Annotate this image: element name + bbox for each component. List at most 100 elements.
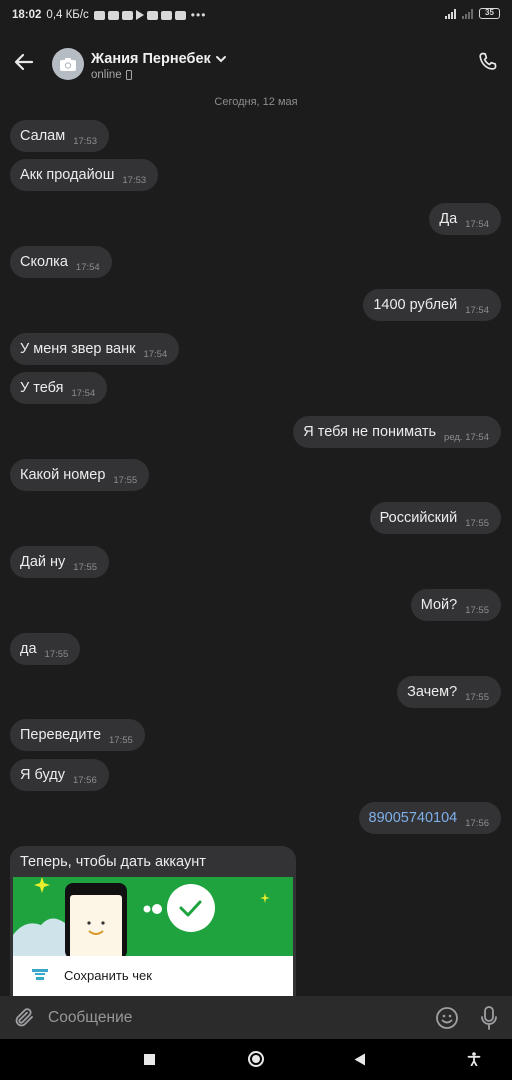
receipt-footer: [13, 956, 293, 996]
message-incoming[interactable]: Я буду 17:56: [10, 759, 109, 791]
message-outgoing[interactable]: Да 17:54: [429, 203, 501, 235]
receipt-icon: [32, 969, 48, 980]
contact-status: online: [91, 69, 132, 81]
message-outgoing[interactable]: Я тебя не понимать ред. 17:54: [293, 416, 501, 448]
message-incoming[interactable]: Акк продайош 17:53: [10, 159, 159, 191]
system-navigation-bar: [0, 1039, 512, 1080]
message-outgoing[interactable]: 1400 рублей 17:54: [363, 289, 501, 321]
notification-icon: [121, 10, 133, 20]
signal-icon: [445, 8, 456, 19]
paperclip-icon[interactable]: [13, 1006, 37, 1030]
message-text: Я тебя не понимать: [303, 424, 437, 440]
network-speed: 0,4 КБ/с: [46, 9, 89, 21]
home-circle-icon: [248, 1051, 264, 1067]
phone-number-link[interactable]: 89005740104: [369, 810, 458, 826]
message-incoming[interactable]: Какой номер 17:55: [10, 459, 150, 491]
contact-name-button[interactable]: Жания Пернебек: [91, 51, 227, 67]
chevron-down-icon: [215, 56, 226, 63]
message-time: 17:53: [73, 135, 97, 147]
home-button[interactable]: [246, 1049, 266, 1069]
message-time: 17:54: [465, 218, 489, 230]
message-incoming[interactable]: Сколка 17:54: [10, 246, 112, 278]
message-time: 17:56: [72, 774, 97, 786]
youtube-icon: [146, 10, 158, 20]
message-composer: [0, 996, 512, 1039]
message-time: 17:55: [113, 474, 138, 486]
message-time: 17:55: [109, 734, 133, 746]
message-text: Российский: [379, 510, 458, 526]
notification-icon: [93, 10, 105, 20]
image-message-caption: Теперь, чтобы дать аккаунт: [20, 854, 206, 870]
message-text: Мой?: [420, 597, 458, 613]
message-incoming[interactable]: У меня звер ванк 17:54: [10, 333, 180, 365]
back-button[interactable]: [350, 1049, 370, 1069]
message-input[interactable]: [48, 1004, 418, 1032]
message-incoming[interactable]: Салам 17:53: [10, 120, 109, 152]
chat-header: Жания Пернебек online: [0, 30, 512, 96]
message-outgoing[interactable]: Зачем? 17:55: [397, 676, 501, 708]
notification-icon: [174, 10, 186, 20]
avatar[interactable]: [52, 48, 84, 80]
contact-name: Жания Пернебек: [91, 51, 211, 67]
message-outgoing[interactable]: Мой? 17:55: [410, 589, 501, 621]
recent-apps-button[interactable]: [139, 1049, 159, 1069]
message-text: Я буду: [20, 767, 65, 783]
message-text: У меня звер ванк: [20, 341, 136, 357]
message-text: Акк продайош: [20, 167, 115, 183]
notification-icon: [107, 10, 119, 20]
message-incoming[interactable]: Дай ну 17:55: [10, 546, 110, 578]
message-text: да: [20, 641, 37, 657]
message-text: Какой номер: [20, 467, 106, 483]
status-bar: 18:02 0,4 КБ/с ••• 35: [0, 0, 512, 30]
message-time: 17:56: [465, 817, 489, 829]
receipt-image[interactable]: Сохранить чек: [13, 877, 293, 996]
youtube-icon: [160, 10, 172, 20]
message-time: 17:54: [465, 304, 489, 316]
save-receipt-label: Сохранить чек: [64, 968, 152, 983]
play-store-icon: [135, 10, 144, 20]
message-incoming[interactable]: У тебя 17:54: [10, 372, 108, 404]
accessibility-icon: [467, 1052, 481, 1066]
square-icon: [143, 1053, 155, 1065]
back-arrow-icon[interactable]: [12, 50, 36, 74]
status-bar-left: 18:02 0,4 КБ/с •••: [12, 8, 206, 22]
message-time: 17:54: [143, 348, 168, 360]
message-time: 17:55: [465, 691, 489, 703]
notification-icons: [93, 10, 186, 20]
message-outgoing[interactable]: 89005740104 17:56: [358, 802, 501, 834]
message-incoming[interactable]: да 17:55: [10, 633, 81, 665]
more-notifications-icon: •••: [190, 8, 207, 22]
message-text: Салам: [20, 128, 66, 144]
message-text: Дай ну: [20, 554, 66, 570]
message-text: Переведите: [20, 727, 102, 743]
message-time: 17:54: [71, 387, 96, 399]
message-time: 17:54: [75, 261, 100, 273]
online-status: online: [91, 69, 122, 81]
accessibility-button[interactable]: [464, 1049, 484, 1069]
status-bar-right: 35: [445, 8, 500, 19]
message-outgoing[interactable]: Российский 17:55: [369, 502, 501, 534]
message-text: Зачем?: [407, 684, 458, 700]
message-text: Сколка: [20, 254, 68, 270]
message-text: Да: [439, 211, 458, 227]
message-time: 17:55: [465, 604, 489, 616]
message-time: 17:53: [122, 174, 147, 186]
image-message[interactable]: Теперь, чтобы дать аккаунт Сохранить чек: [10, 846, 296, 996]
camera-icon: [60, 57, 76, 71]
microphone-icon[interactable]: [477, 1005, 501, 1031]
message-text: 1400 рублей: [373, 297, 458, 313]
message-incoming[interactable]: Переведите 17:55: [10, 719, 145, 751]
triangle-back-icon: [354, 1053, 365, 1065]
date-separator: Сегодня, 12 мая: [214, 96, 298, 108]
status-time: 18:02: [12, 9, 42, 21]
signal-icon: [462, 8, 473, 19]
mobile-device-icon: [125, 70, 132, 80]
message-text: У тебя: [20, 380, 64, 396]
emoji-icon[interactable]: [435, 1006, 459, 1030]
message-time: 17:55: [465, 517, 489, 529]
phone-icon[interactable]: [476, 50, 500, 74]
messages-list: Сегодня, 12 мая Салам 17:53 Акк продайош…: [0, 96, 512, 996]
battery-icon: 35: [479, 8, 500, 19]
message-time: 17:55: [73, 561, 98, 573]
message-time: 17:55: [44, 648, 69, 660]
